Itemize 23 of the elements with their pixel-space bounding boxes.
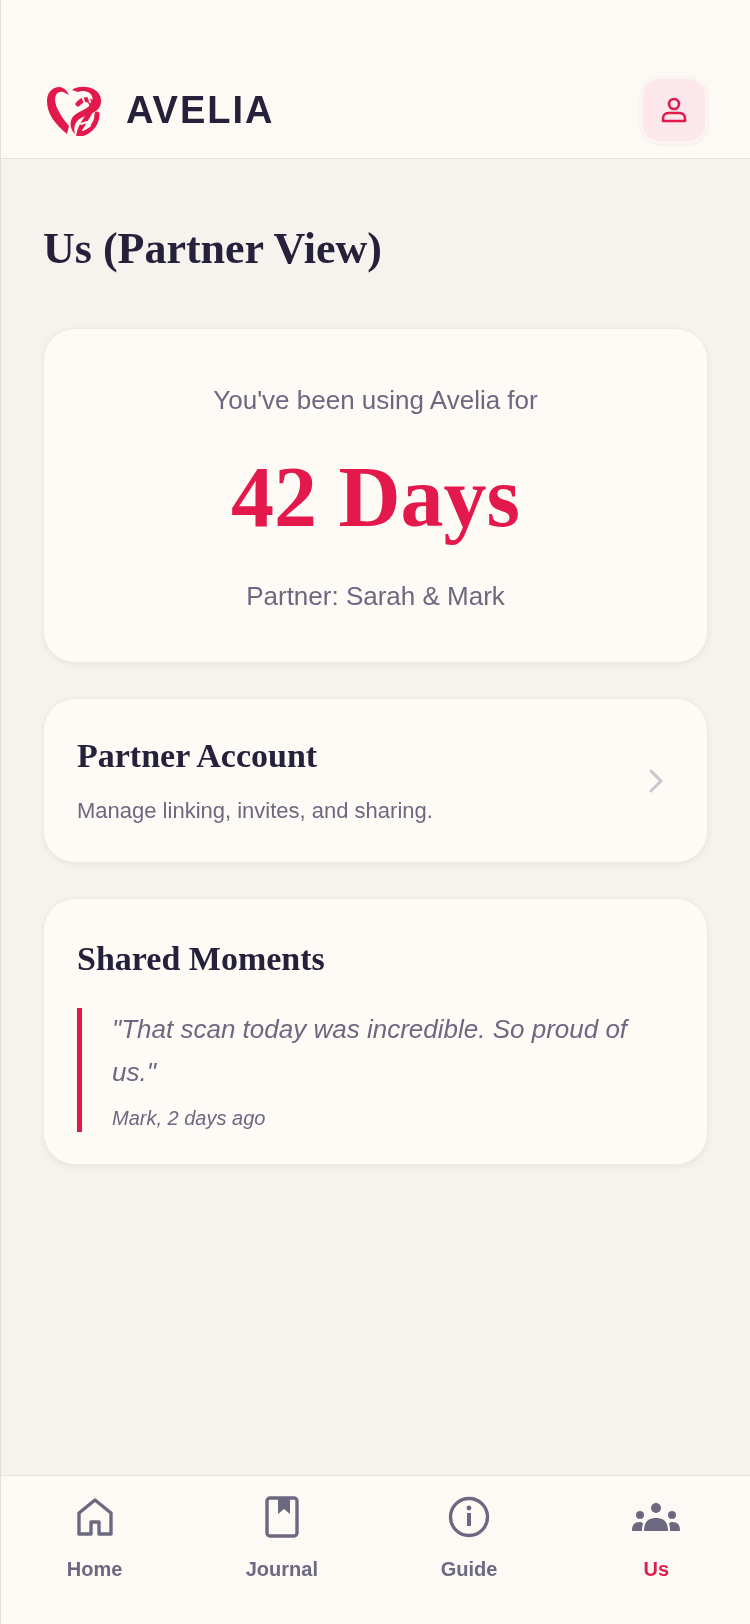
chevron-right-icon xyxy=(649,768,663,793)
card-subtitle: Manage linking, invites, and sharing. xyxy=(77,797,433,825)
nav-tab[interactable]: Home xyxy=(66,1496,123,1581)
card-title: Partner Account xyxy=(77,736,318,776)
group-icon xyxy=(632,1501,681,1533)
days-count: 42 Days xyxy=(230,449,521,545)
partner-names: Partner: Sarah & Mark xyxy=(246,580,505,613)
card-title: Shared Moments xyxy=(77,939,325,979)
page-title: Us (Partner View) xyxy=(43,223,382,275)
heart-helix-logo-icon xyxy=(45,84,104,136)
person-icon xyxy=(660,96,688,124)
profile-button[interactable] xyxy=(640,76,708,144)
nav-tab[interactable]: Guide xyxy=(440,1496,498,1581)
home-icon xyxy=(76,1498,113,1536)
nav-tab[interactable]: Us xyxy=(632,1496,681,1581)
brand-name: AVELIA xyxy=(126,88,275,132)
bookmarked-book-icon xyxy=(264,1496,299,1538)
quote-author: Mark, 2 days ago xyxy=(112,1106,266,1131)
partner-account-card[interactable]: Partner Account Manage linking, invites, and sharing. xyxy=(43,698,708,863)
quote-text: "That scan today was incredible. So proud of us." xyxy=(112,1013,630,1089)
usage-caption: You've been using Avelia for xyxy=(213,384,538,417)
info-icon xyxy=(448,1496,491,1538)
nav-tab[interactable]: Journal xyxy=(245,1496,318,1581)
